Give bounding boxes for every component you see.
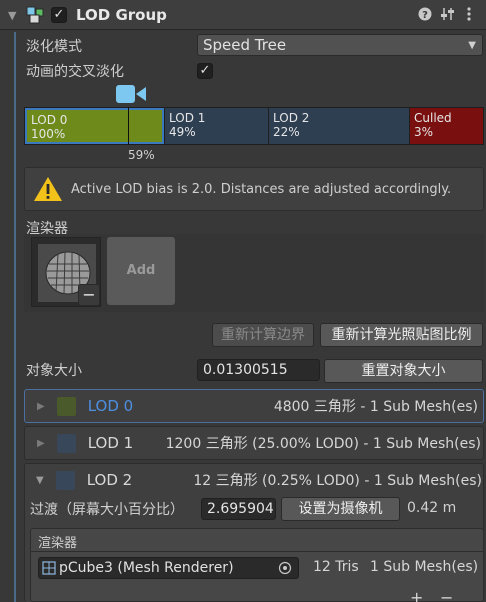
chevron-right-icon: ▶ bbox=[37, 400, 45, 412]
lod-segment-culled[interactable]: Culled 3% bbox=[409, 108, 483, 144]
component-title: LOD Group bbox=[76, 6, 167, 24]
chevron-down-icon: ▼ bbox=[36, 474, 44, 486]
animate-crossfade-label: 动画的交叉淡化 bbox=[26, 64, 124, 80]
warning-text: Active LOD bias is 2.0. Distances are ad… bbox=[71, 181, 452, 197]
lod-segment-name: LOD 0 bbox=[31, 113, 68, 127]
recalculate-lightmap-scale-button[interactable]: 重新计算光照贴图比例 bbox=[320, 323, 483, 347]
lod-segment-1[interactable]: LOD 1 49% bbox=[164, 108, 268, 144]
reset-object-size-button[interactable]: 重置对象大小 bbox=[324, 359, 483, 383]
lod-segment-name: LOD 2 bbox=[273, 111, 310, 125]
dropdown-arrow-icon: ▼ bbox=[468, 39, 476, 51]
lod-1-name: LOD 1 bbox=[87, 434, 134, 452]
inspector-indent-bar bbox=[14, 32, 16, 602]
lod-0-name: LOD 0 bbox=[87, 397, 134, 415]
lod-bias-warning: Active LOD bias is 2.0. Distances are ad… bbox=[24, 167, 484, 211]
lod-0-color-swatch bbox=[56, 396, 76, 416]
svg-text:?: ? bbox=[422, 10, 428, 21]
renderer-submeshes: 1 Sub Mesh(es) bbox=[370, 559, 479, 575]
lod-bar[interactable]: LOD 0 100% LOD 1 49% LOD 2 22% Culled 3% bbox=[24, 107, 484, 145]
fade-mode-dropdown[interactable]: Speed Tree ▼ bbox=[197, 34, 483, 56]
lod-0-info: 4800 三角形 - 1 Sub Mesh(es) bbox=[273, 399, 478, 415]
camera-position-pct: 59% bbox=[128, 148, 155, 162]
object-picker-icon[interactable] bbox=[278, 561, 292, 575]
lod-2-name: LOD 2 bbox=[86, 471, 133, 489]
lod-2-renderers-title: 渲染器 bbox=[38, 536, 78, 551]
object-size-label: 对象大小 bbox=[26, 363, 82, 379]
animate-crossfade-checkbox[interactable]: ✓ bbox=[197, 63, 213, 79]
remove-lod-renderer-button[interactable]: − bbox=[440, 588, 453, 602]
lod-segment-2[interactable]: LOD 2 22% bbox=[268, 108, 409, 144]
component-enabled-checkbox[interactable]: ✓ bbox=[51, 7, 67, 23]
chevron-down-icon[interactable]: ▼ bbox=[8, 9, 16, 22]
camera-icon[interactable] bbox=[116, 84, 148, 104]
lod-segment-pct: 49% bbox=[169, 125, 196, 139]
renderer-name: pCube3 (Mesh Renderer) bbox=[59, 560, 234, 576]
add-renderer-button[interactable]: Add bbox=[107, 237, 175, 305]
object-size-field[interactable]: 0.01300515 bbox=[197, 359, 320, 381]
remove-renderer-button[interactable]: − bbox=[78, 284, 100, 306]
add-lod-renderer-button[interactable]: + bbox=[410, 588, 423, 602]
chevron-right-icon: ▶ bbox=[37, 437, 45, 449]
lod-segment-name: LOD 1 bbox=[169, 111, 206, 125]
renderer-object-field[interactable]: pCube3 (Mesh Renderer) bbox=[38, 557, 299, 579]
warning-icon bbox=[34, 177, 62, 201]
lod-2-info: 12 三角形 (0.25% LOD0) - 1 Sub Mesh(es) bbox=[193, 473, 482, 489]
lod-segment-pct: 3% bbox=[414, 125, 434, 139]
mesh-renderer-icon bbox=[42, 561, 56, 575]
transition-field[interactable]: 2.695904 bbox=[201, 498, 276, 520]
help-icon[interactable]: ? bbox=[418, 7, 432, 25]
lod-1-foldout[interactable]: ▶ LOD 1 1200 三角形 (25.00% LOD0) - 1 Sub M… bbox=[24, 426, 484, 460]
divider bbox=[30, 551, 484, 552]
recalculate-bounds-button[interactable]: 重新计算边界 bbox=[212, 323, 314, 347]
lod-2-distance: 0.42 m bbox=[407, 500, 457, 516]
lod-group-icon bbox=[26, 6, 44, 24]
lod-0-foldout[interactable]: ▶ LOD 0 4800 三角形 - 1 Sub Mesh(es) bbox=[24, 389, 484, 423]
set-to-camera-button[interactable]: 设置为摄像机 bbox=[281, 497, 400, 521]
lod-1-color-swatch bbox=[56, 433, 76, 453]
lod-2-foldout[interactable]: ▼ LOD 2 12 三角形 (0.25% LOD0) - 1 Sub Mesh… bbox=[24, 464, 484, 496]
transition-label: 过渡（屏幕大小百分比） bbox=[30, 502, 184, 518]
camera-position-line bbox=[128, 107, 129, 145]
component-header bbox=[0, 0, 486, 30]
renderer-tris: 12 Tris bbox=[313, 559, 359, 575]
fade-mode-label: 淡化模式 bbox=[26, 39, 82, 55]
lod-2-color-swatch bbox=[55, 470, 75, 490]
lod-segment-name: Culled bbox=[414, 111, 452, 125]
lod-1-info: 1200 三角形 (25.00% LOD0) - 1 Sub Mesh(es) bbox=[165, 436, 481, 452]
lod-segment-pct: 100% bbox=[31, 127, 66, 141]
lod-segment-pct: 22% bbox=[273, 125, 300, 139]
lod-segment-0[interactable]: LOD 0 100% bbox=[25, 108, 164, 144]
kebab-menu-icon[interactable] bbox=[466, 6, 472, 26]
fade-mode-value: Speed Tree bbox=[203, 36, 287, 54]
sliders-icon[interactable] bbox=[441, 6, 455, 26]
